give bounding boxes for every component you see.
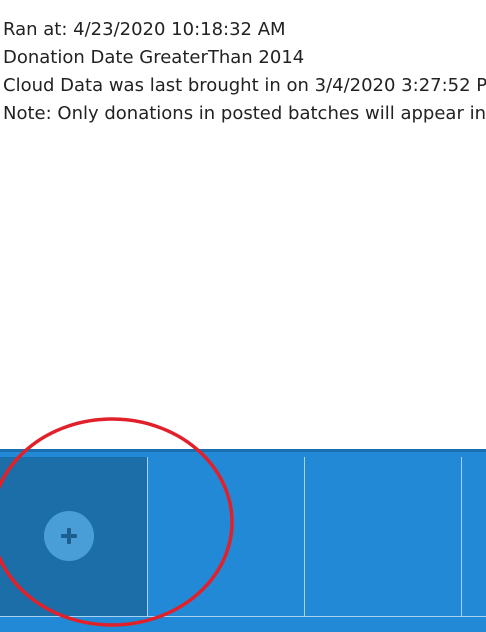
grid-bar xyxy=(0,449,486,632)
add-button[interactable] xyxy=(44,511,94,561)
filter-text: Donation Date GreaterThan 2014 xyxy=(3,47,305,68)
grid-cell[interactable] xyxy=(462,457,486,616)
grid-cell[interactable] xyxy=(305,457,462,616)
report-header: Ran at: 4/23/2020 10:18:32 AM Donation D… xyxy=(3,16,486,128)
grid-row xyxy=(0,457,486,617)
plus-icon xyxy=(61,528,77,544)
grid-cell[interactable] xyxy=(148,457,305,616)
note-text: Note: Only donations in posted batches w… xyxy=(3,103,486,124)
cloud-data-text: Cloud Data was last brought in on 3/4/20… xyxy=(3,75,486,96)
ran-at-text: Ran at: 4/23/2020 10:18:32 AM xyxy=(3,19,286,40)
add-cell[interactable] xyxy=(0,457,148,616)
